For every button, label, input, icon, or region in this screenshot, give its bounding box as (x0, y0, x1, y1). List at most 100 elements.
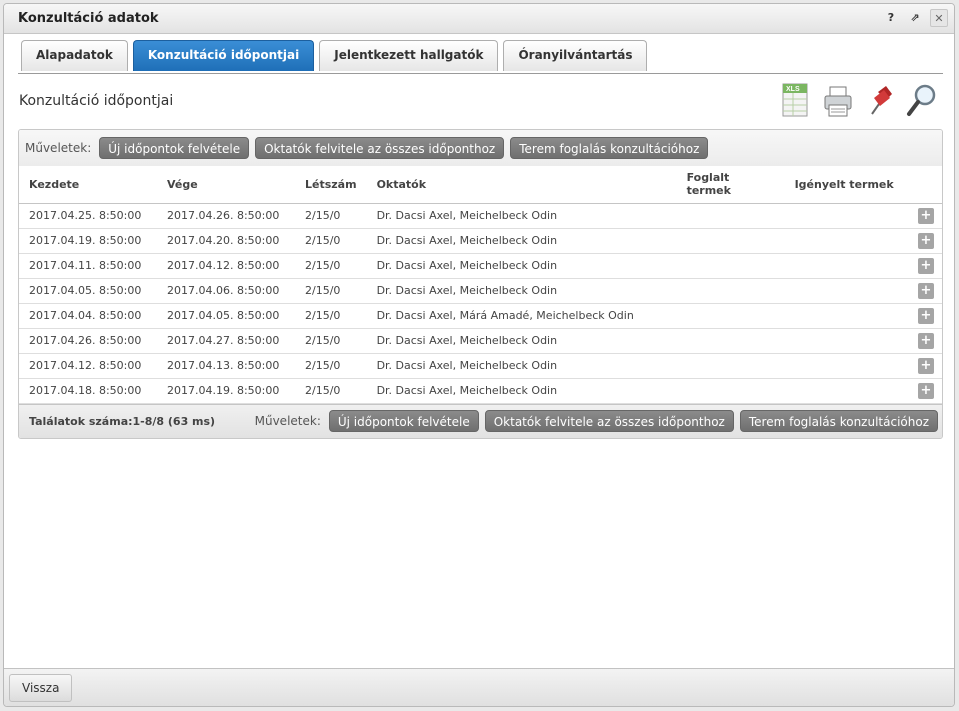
help-icon[interactable]: ? (882, 9, 900, 27)
cell-teachers: Dr. Dacsi Axel, Meichelbeck Odin (366, 203, 677, 229)
cell-teachers: Dr. Dacsi Axel, Meichelbeck Odin (366, 253, 677, 279)
column-header-end[interactable]: Vége (157, 166, 295, 204)
cell-start: 2017.04.12. 8:50:00 (19, 353, 157, 379)
new-dates-button[interactable]: Új időpontok felvétele (328, 410, 479, 432)
expand-plus-icon[interactable]: + (918, 307, 934, 324)
cell-end: 2017.04.26. 8:50:00 (157, 203, 295, 229)
expand-plus-icon[interactable]: + (918, 232, 934, 249)
add-teachers-button[interactable]: Oktatók felvitele az összes időponthoz (484, 410, 734, 432)
cell-requested-rooms: + (784, 303, 942, 329)
cell-requested-rooms: + (784, 378, 942, 404)
table-row[interactable]: 2017.04.18. 8:50:00 2017.04.19. 8:50:00 … (19, 378, 942, 404)
new-dates-button[interactable]: Új időpontok felvétele (99, 137, 250, 159)
room-booking-button[interactable]: Terem foglalás konzultációhoz (739, 410, 938, 432)
tab-jelentkezett-hallgatok[interactable]: Jelentkezett hallgatók (319, 40, 499, 71)
cell-count: 2/15/0 (295, 203, 367, 229)
column-header-teachers[interactable]: Oktatók (366, 166, 677, 204)
expand-plus-icon[interactable]: + (918, 357, 934, 374)
cell-start: 2017.04.04. 8:50:00 (19, 303, 157, 329)
xls-export-icon[interactable]: XLS (780, 82, 812, 120)
cell-end: 2017.04.20. 8:50:00 (157, 228, 295, 254)
cell-requested-rooms: + (784, 278, 942, 304)
cell-start: 2017.04.18. 8:50:00 (19, 378, 157, 404)
operations-label: Műveletek: (25, 141, 92, 155)
cell-end: 2017.04.13. 8:50:00 (157, 353, 295, 379)
table-row[interactable]: 2017.04.26. 8:50:00 2017.04.27. 8:50:00 … (19, 328, 942, 354)
table-row[interactable]: 2017.04.11. 8:50:00 2017.04.12. 8:50:00 … (19, 253, 942, 279)
cell-teachers: Dr. Dacsi Axel, Meichelbeck Odin (366, 278, 677, 304)
operations-bottom: Találatok száma:1-8/8 (63 ms) Műveletek:… (19, 403, 942, 438)
operations-top: Műveletek: Új időpontok felvétele Oktató… (19, 130, 942, 166)
tab-alapadatok[interactable]: Alapadatok (21, 40, 128, 71)
expand-plus-icon[interactable]: + (918, 282, 934, 299)
cell-end: 2017.04.27. 8:50:00 (157, 328, 295, 354)
back-button[interactable]: Vissza (9, 674, 73, 702)
dates-table: Kezdete Vége Létszám Oktatók Foglalt ter… (19, 166, 942, 404)
title-bar: Konzultáció adatok ? ⇗ ✕ (4, 4, 954, 34)
close-icon[interactable]: ✕ (930, 9, 948, 27)
tab-bar: Alapadatok Konzultáció időpontjai Jelent… (21, 40, 648, 71)
cell-booked-rooms (676, 353, 785, 379)
table-row[interactable]: 2017.04.19. 8:50:00 2017.04.20. 8:50:00 … (19, 228, 942, 254)
add-teachers-button[interactable]: Oktatók felvitele az összes időponthoz (255, 137, 505, 159)
results-count: Találatok száma:1-8/8 (63 ms) (29, 414, 216, 428)
cell-requested-rooms: + (784, 228, 942, 254)
cell-end: 2017.04.19. 8:50:00 (157, 378, 295, 404)
cell-booked-rooms (676, 278, 785, 304)
cell-booked-rooms (676, 253, 785, 279)
cell-requested-rooms: + (784, 328, 942, 354)
cell-end: 2017.04.12. 8:50:00 (157, 253, 295, 279)
cell-count: 2/15/0 (295, 328, 367, 354)
cell-count: 2/15/0 (295, 253, 367, 279)
cell-booked-rooms (676, 203, 785, 229)
cell-start: 2017.04.26. 8:50:00 (19, 328, 157, 354)
cell-requested-rooms: + (784, 253, 942, 279)
expand-plus-icon[interactable]: + (918, 382, 934, 399)
cell-start: 2017.04.25. 8:50:00 (19, 203, 157, 229)
column-header-booked-rooms[interactable]: Foglalt termek (676, 166, 785, 204)
pin-icon[interactable] (864, 82, 896, 120)
expand-plus-icon[interactable]: + (918, 207, 934, 224)
table-row[interactable]: 2017.04.25. 8:50:00 2017.04.26. 8:50:00 … (19, 203, 942, 229)
cell-booked-rooms (676, 303, 785, 329)
tab-konzultacio-idopontjai[interactable]: Konzultáció időpontjai (132, 40, 315, 71)
table-row[interactable]: 2017.04.12. 8:50:00 2017.04.13. 8:50:00 … (19, 353, 942, 379)
tab-oranyilvantartas[interactable]: Óranyilvántartás (503, 40, 648, 71)
table-row[interactable]: 2017.04.04. 8:50:00 2017.04.05. 8:50:00 … (19, 303, 942, 329)
column-header-count[interactable]: Létszám (295, 166, 367, 204)
cell-booked-rooms (676, 328, 785, 354)
table-row[interactable]: 2017.04.05. 8:50:00 2017.04.06. 8:50:00 … (19, 278, 942, 304)
dialog: Konzultáció adatok ? ⇗ ✕ Alapadatok Konz… (3, 3, 955, 707)
footer-bar: Vissza (4, 668, 954, 706)
cell-end: 2017.04.05. 8:50:00 (157, 303, 295, 329)
cell-teachers: Dr. Dacsi Axel, Meichelbeck Odin (366, 328, 677, 354)
cell-start: 2017.04.11. 8:50:00 (19, 253, 157, 279)
cell-booked-rooms (676, 228, 785, 254)
popout-icon[interactable]: ⇗ (906, 9, 924, 27)
operations-label: Műveletek: (254, 414, 321, 428)
room-booking-button[interactable]: Terem foglalás konzultációhoz (510, 137, 709, 159)
cell-teachers: Dr. Dacsi Axel, Márá Amadé, Meichelbeck … (366, 303, 677, 329)
dates-panel: Műveletek: Új időpontok felvétele Oktató… (18, 129, 943, 439)
cell-teachers: Dr. Dacsi Axel, Meichelbeck Odin (366, 378, 677, 404)
column-header-requested-rooms[interactable]: Igényelt termek (784, 166, 942, 204)
dialog-title: Konzultáció adatok (18, 11, 159, 26)
cell-start: 2017.04.19. 8:50:00 (19, 228, 157, 254)
cell-count: 2/15/0 (295, 278, 367, 304)
print-icon[interactable] (822, 82, 854, 120)
column-header-start[interactable]: Kezdete (19, 166, 157, 204)
cell-count: 2/15/0 (295, 378, 367, 404)
cell-teachers: Dr. Dacsi Axel, Meichelbeck Odin (366, 228, 677, 254)
table-header-row: Kezdete Vége Létszám Oktatók Foglalt ter… (19, 166, 942, 204)
cell-requested-rooms: + (784, 353, 942, 379)
section-title: Konzultáció időpontjai (19, 93, 174, 109)
cell-end: 2017.04.06. 8:50:00 (157, 278, 295, 304)
cell-count: 2/15/0 (295, 353, 367, 379)
tab-divider (18, 73, 943, 74)
cell-count: 2/15/0 (295, 228, 367, 254)
expand-plus-icon[interactable]: + (918, 257, 934, 274)
cell-teachers: Dr. Dacsi Axel, Meichelbeck Odin (366, 353, 677, 379)
cell-count: 2/15/0 (295, 303, 367, 329)
search-icon[interactable] (906, 82, 938, 120)
expand-plus-icon[interactable]: + (918, 332, 934, 349)
